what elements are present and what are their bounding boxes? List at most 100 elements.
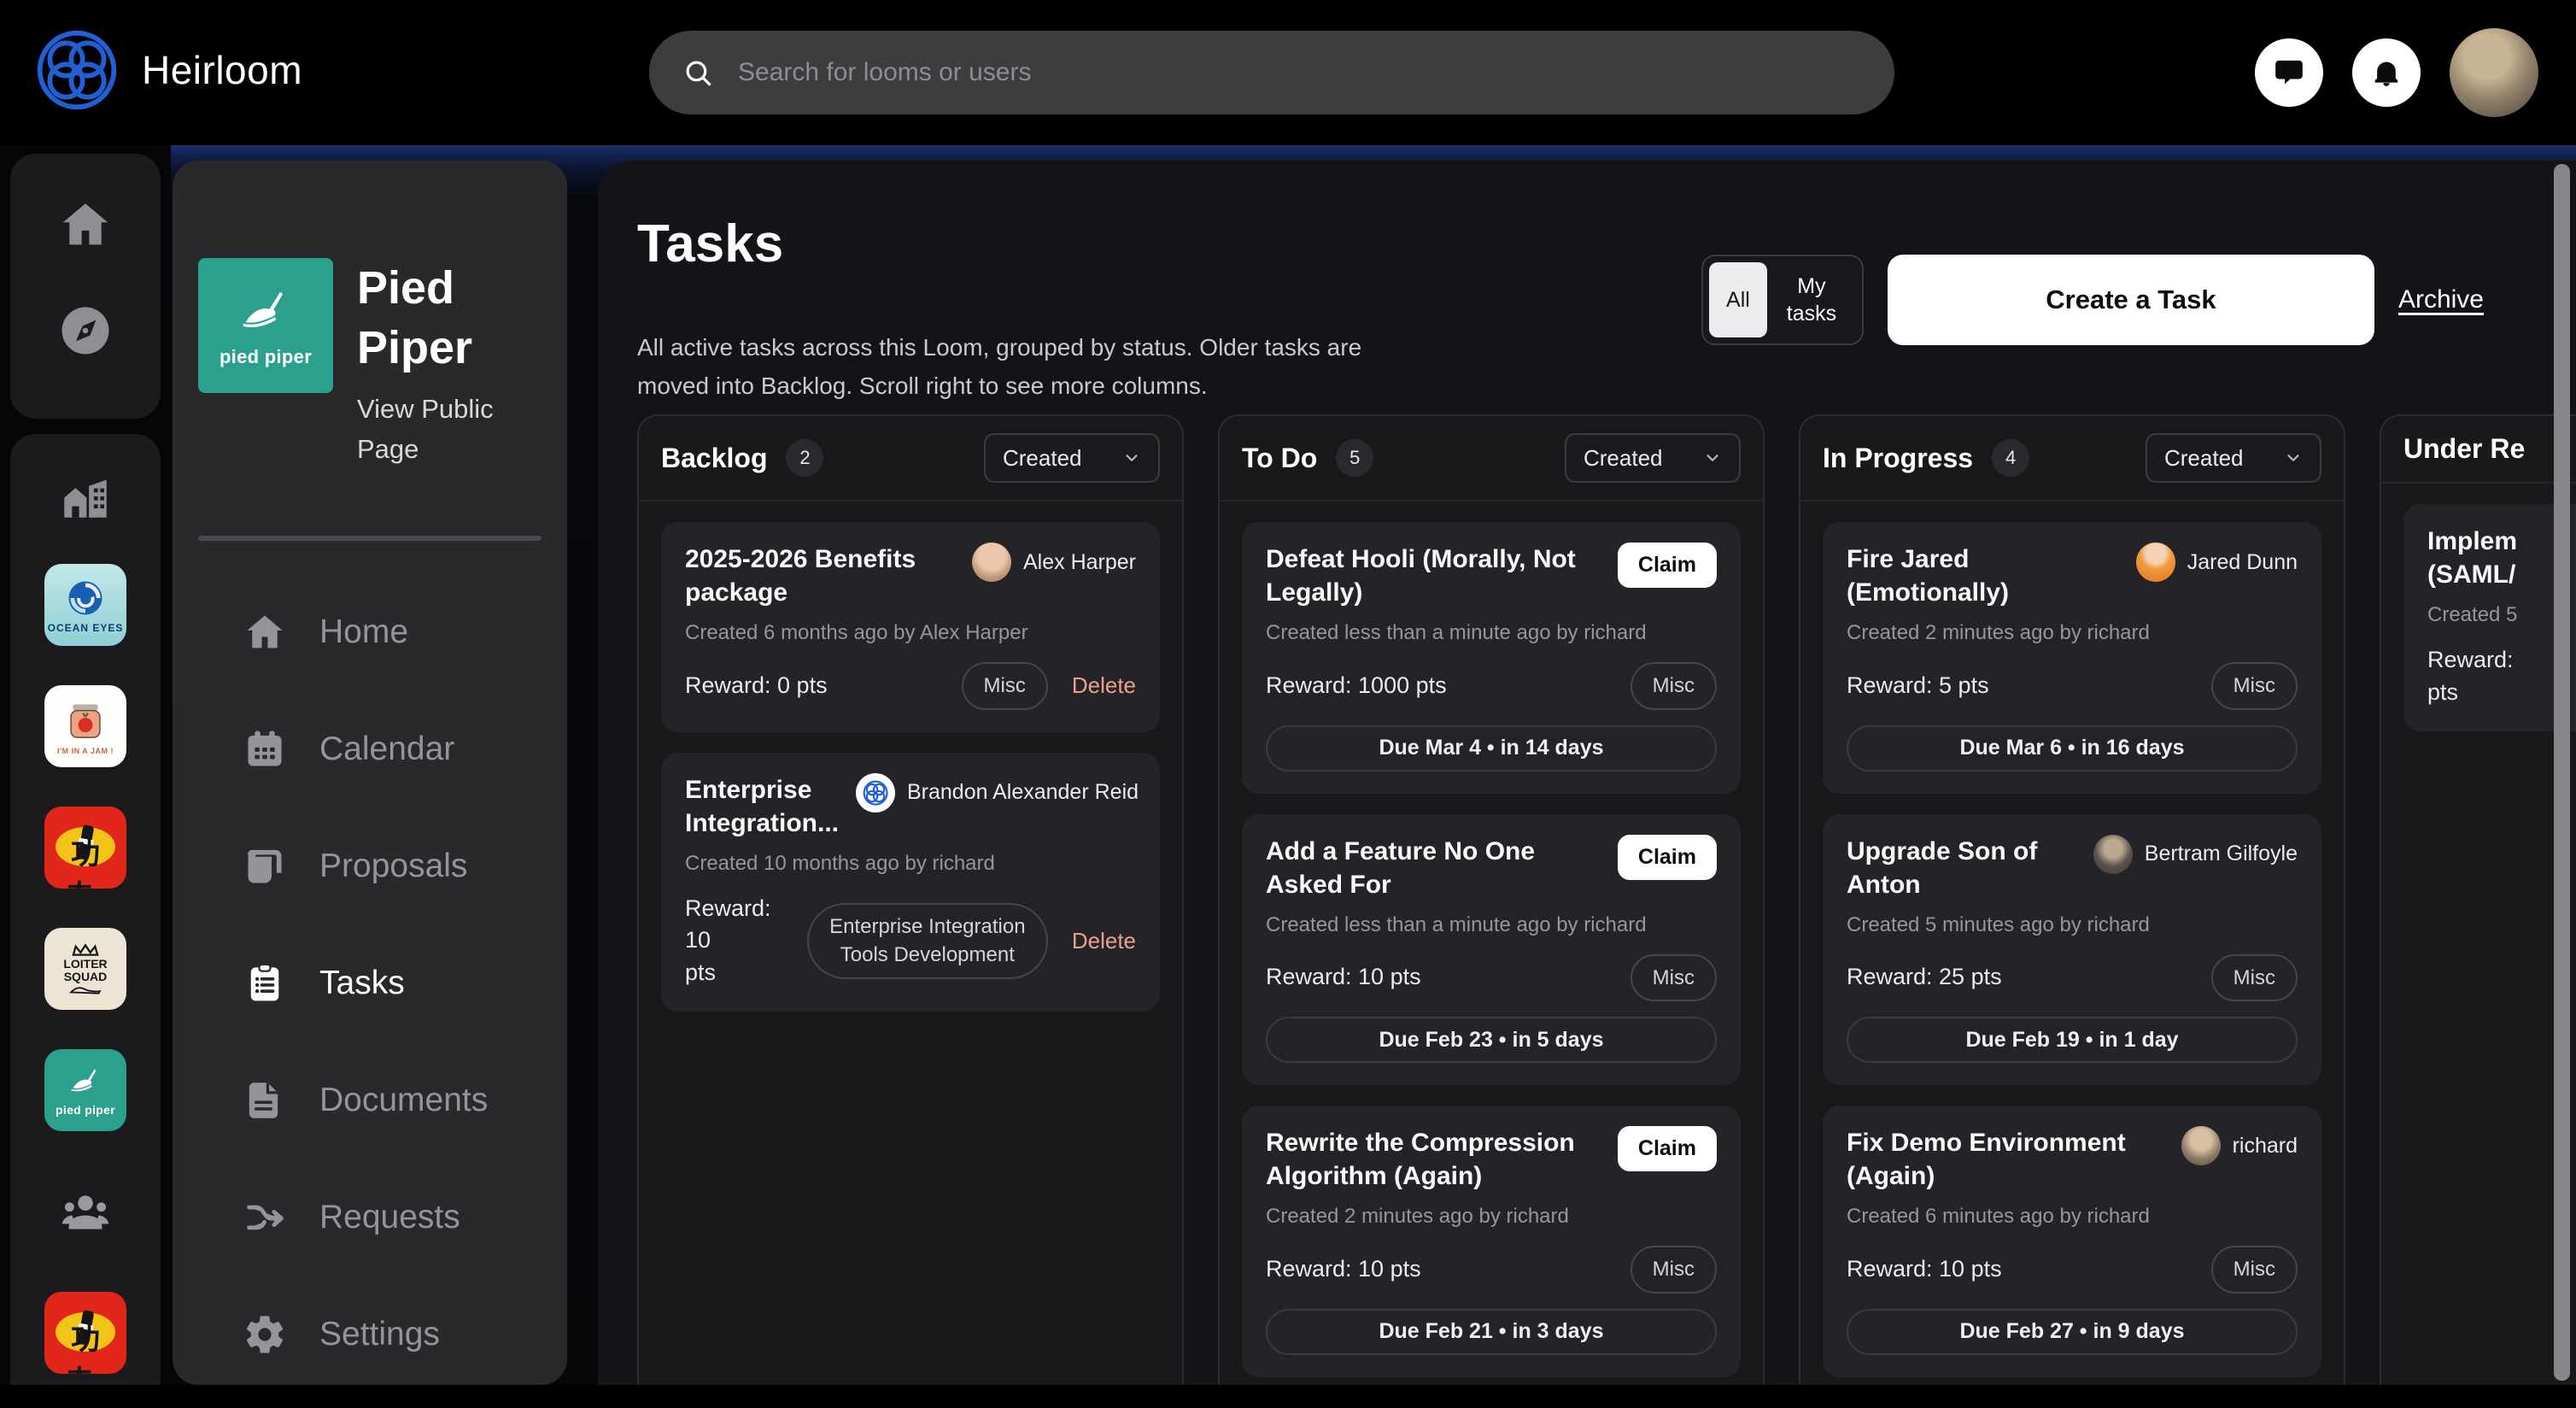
task-created-meta: Created less than a minute ago by richar… xyxy=(1266,913,1717,937)
tag-pill: Misc xyxy=(1630,954,1717,1002)
column-sort-select[interactable]: Created xyxy=(2146,433,2321,483)
team-tile-jam[interactable]: I'M IN A JAM ! xyxy=(44,685,126,767)
column-sort-select[interactable]: Created xyxy=(1565,433,1741,483)
task-title: Defeat Hooli (Morally, Not Legally) xyxy=(1266,543,1601,609)
messages-button[interactable] xyxy=(2255,38,2323,107)
archive-link[interactable]: Archive xyxy=(2398,285,2484,314)
team-tile-pied-piper[interactable]: pied piper xyxy=(44,1049,126,1131)
task-card[interactable]: Enterprise Integration... Brandon Alexand… xyxy=(661,753,1160,1012)
task-reward: Reward: 10 pts xyxy=(1266,961,1421,994)
claim-button[interactable]: Claim xyxy=(1618,543,1717,588)
assignee-name: Bertram Gilfoyle xyxy=(2145,842,2298,866)
team-tile-loiter-squad[interactable]: LOITER SQUAD xyxy=(44,928,126,1010)
task-created-meta: Created less than a minute ago by richar… xyxy=(1266,621,1717,645)
due-date-button[interactable]: Due Feb 23 • in 5 days xyxy=(1266,1017,1717,1063)
main-panel: Tasks All active tasks across this Loom,… xyxy=(598,161,2576,1385)
view-public-page-link[interactable]: View Public Page xyxy=(357,390,542,469)
ocean-eyes-label: OCEAN EYES xyxy=(48,622,124,634)
user-avatar[interactable] xyxy=(2450,28,2538,117)
due-date-button[interactable]: Due Mar 4 • in 14 days xyxy=(1266,725,1717,771)
pied-piper-logo: pied piper xyxy=(198,258,333,393)
due-date-button[interactable]: Due Feb 27 • in 9 days xyxy=(1847,1309,2298,1355)
global-search[interactable] xyxy=(649,31,1894,114)
rail-organizations-button[interactable] xyxy=(57,468,114,525)
horizontal-scrollbar[interactable] xyxy=(0,1385,2576,1408)
column-header: Backlog2Created xyxy=(639,416,1182,502)
team-header: pied piper Pied Piper View Public Page xyxy=(173,161,567,469)
nav-item-proposals[interactable]: Proposals xyxy=(173,807,567,924)
task-card[interactable]: Fire Jared (Emotionally)Jared DunnCreate… xyxy=(1823,522,2321,794)
vertical-scrollbar[interactable] xyxy=(2554,164,2570,1381)
claim-button[interactable]: Claim xyxy=(1618,1126,1717,1171)
rail-explore-button[interactable] xyxy=(57,302,114,359)
task-card[interactable]: Implem (SAML/Created 5Reward: pts xyxy=(2403,504,2576,731)
team-sidebar: pied piper Pied Piper View Public Page H… xyxy=(173,161,567,1385)
board-column-to-do: To Do5CreatedDefeat Hooli (Morally, Not … xyxy=(1218,414,1765,1385)
column-title: To Do xyxy=(1242,443,1317,474)
nav-label: Requests xyxy=(319,1199,460,1236)
assignee-name: Brandon Alexander Reid xyxy=(907,780,1139,805)
richard-photo xyxy=(2181,1126,2221,1165)
rail-teams-group: OCEAN EYES I'M IN A JAM ! 功夫 xyxy=(10,434,161,1408)
calendar-icon xyxy=(243,727,287,771)
team-tile-kung-fu-kenny-2[interactable]: 功夫 xyxy=(44,1292,126,1374)
rail-home-button[interactable] xyxy=(57,197,114,253)
home-icon xyxy=(243,610,287,654)
team-tile-ocean-eyes[interactable]: OCEAN EYES xyxy=(44,564,126,646)
nav-item-settings[interactable]: Settings xyxy=(173,1276,567,1385)
due-date-button[interactable]: Due Mar 6 • in 16 days xyxy=(1847,725,2298,771)
claim-button[interactable]: Claim xyxy=(1618,835,1717,880)
kung-fu-characters: 功夫 xyxy=(44,830,126,889)
alex-harper-photo xyxy=(972,543,1011,582)
people-icon xyxy=(59,1185,112,1238)
task-assignee: Alex Harper xyxy=(972,543,1136,582)
create-task-button[interactable]: Create a Task xyxy=(1888,255,2374,345)
filter-my-tasks-button[interactable]: My tasks xyxy=(1767,272,1856,329)
search-input[interactable] xyxy=(736,57,1862,88)
brand-name: Heirloom xyxy=(142,47,302,93)
rail-members-button[interactable] xyxy=(44,1170,126,1253)
jam-label: I'M IN A JAM ! xyxy=(57,747,114,755)
delete-button[interactable]: Delete xyxy=(1072,928,1136,954)
task-card[interactable]: Fix Demo Environment (Again)richardCreat… xyxy=(1823,1106,2321,1377)
nav-label: Documents xyxy=(319,1082,488,1119)
nav-item-tasks[interactable]: Tasks xyxy=(173,924,567,1041)
task-card[interactable]: Add a Feature No One Asked ForClaimCreat… xyxy=(1242,814,1741,1086)
task-card[interactable]: Upgrade Son of AntonBertram GilfoyleCrea… xyxy=(1823,814,2321,1086)
filter-all-button[interactable]: All xyxy=(1709,262,1767,337)
tag-pill: Misc xyxy=(2211,954,2298,1002)
column-title: In Progress xyxy=(1823,443,1973,474)
card-list: Fire Jared (Emotionally)Jared DunnCreate… xyxy=(1800,502,2344,1385)
delete-button[interactable]: Delete xyxy=(1072,672,1136,699)
brand[interactable]: Heirloom xyxy=(34,27,302,113)
chevron-down-icon xyxy=(1122,449,1141,467)
buildings-icon xyxy=(57,468,114,525)
due-date-button[interactable]: Due Feb 21 • in 3 days xyxy=(1266,1309,1717,1355)
task-reward: Reward: 10 pts xyxy=(685,893,790,989)
card-list: Implem (SAML/Created 5Reward: pts xyxy=(2381,484,2576,752)
due-date-button[interactable]: Due Feb 19 • in 1 day xyxy=(1847,1017,2298,1063)
task-assignee: Jared Dunn xyxy=(2136,543,2298,582)
rail-home-group xyxy=(10,154,161,419)
task-title: Enterprise Integration... xyxy=(685,773,839,840)
task-reward: Reward: 25 pts xyxy=(1847,961,2002,994)
column-sort-select[interactable]: Created xyxy=(984,433,1160,483)
nav-item-home[interactable]: Home xyxy=(173,573,567,690)
board-column-backlog: Backlog2Created 2025-2026 Benefits packag… xyxy=(637,414,1184,1385)
compass-icon xyxy=(57,302,114,359)
nav-item-requests[interactable]: Requests xyxy=(173,1159,567,1276)
team-tile-kung-fu-kenny[interactable]: 功夫 xyxy=(44,807,126,889)
task-card[interactable]: 2025-2026 Benefits packageAlex HarperCre… xyxy=(661,522,1160,732)
page-description: All active tasks across this Loom, group… xyxy=(637,328,1410,406)
nav-item-documents[interactable]: Documents xyxy=(173,1041,567,1159)
task-card[interactable]: Defeat Hooli (Morally, Not Legally) Claim… xyxy=(1242,522,1741,794)
task-assignee: Brandon Alexander Reid xyxy=(856,773,1139,813)
scroll-icon xyxy=(243,844,287,889)
nav-label: Proposals xyxy=(319,848,467,885)
pied-piper-hat-icon xyxy=(60,1064,111,1103)
assignee-name: Alex Harper xyxy=(1023,550,1136,575)
notifications-button[interactable] xyxy=(2352,38,2421,107)
task-title: Upgrade Son of Anton xyxy=(1847,835,2076,901)
nav-item-calendar[interactable]: Calendar xyxy=(173,690,567,807)
task-card[interactable]: Rewrite the Compression Algorithm (Again… xyxy=(1242,1106,1741,1377)
